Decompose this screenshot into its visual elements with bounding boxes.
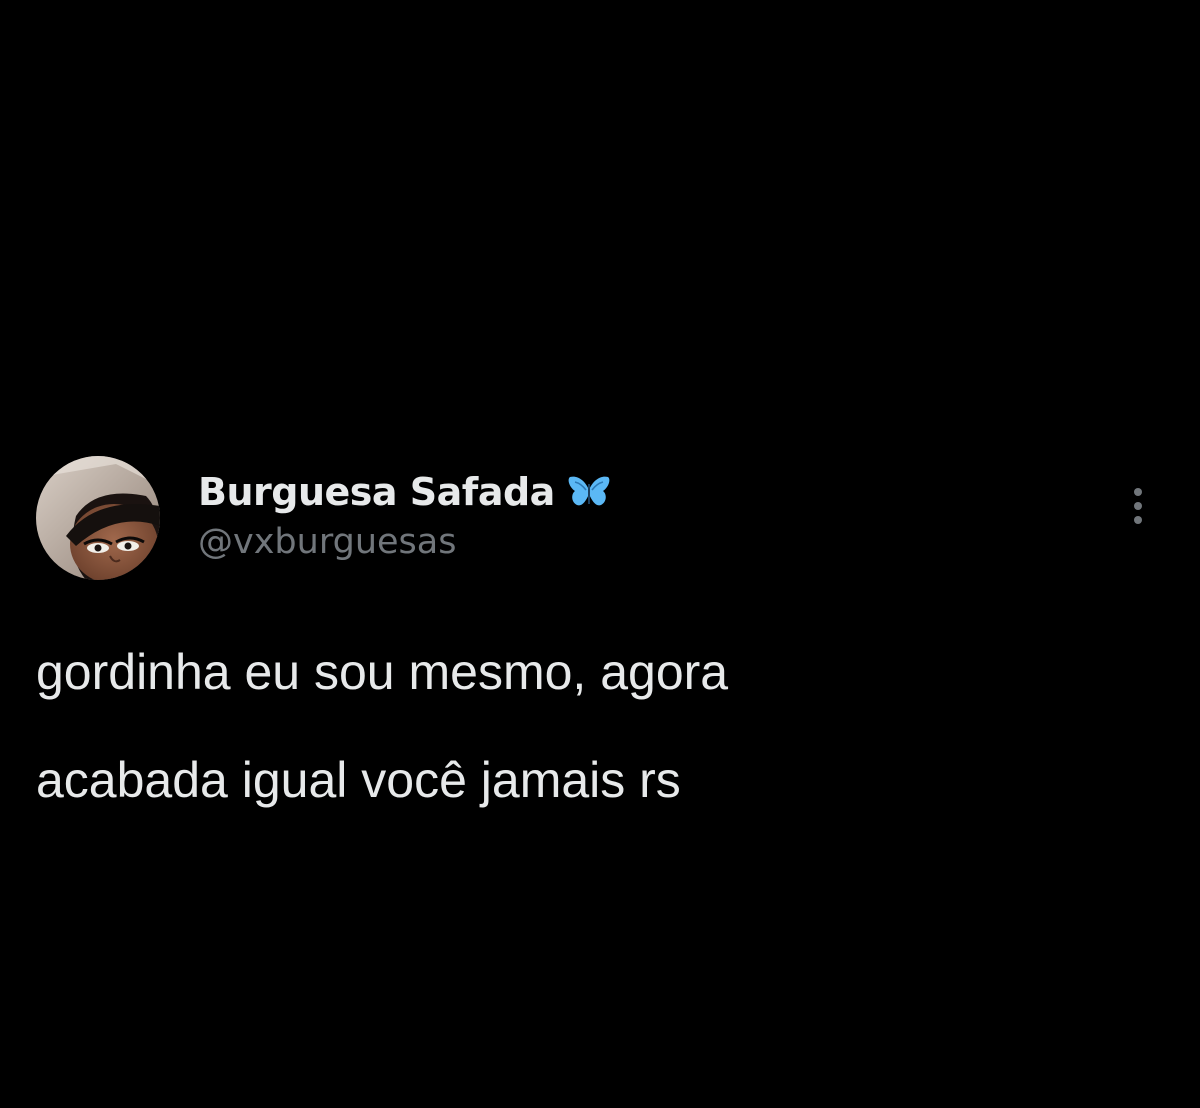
author-handle[interactable]: @vxburguesas [198,522,611,562]
author-name-row: Burguesa Safada [198,468,611,516]
avatar[interactable] [36,456,160,580]
tweet-author[interactable]: Burguesa Safada @vxburguesas [198,468,611,562]
tweet-text-line: gordinha eu sou mesmo, agora [36,644,729,700]
tweet-text: gordinha eu sou mesmo, agora acabada igu… [36,618,1136,834]
butterfly-icon [567,474,611,510]
tweet-text-line: acabada igual você jamais rs [36,752,681,808]
tweet-screenshot: Burguesa Safada @vxburguesas gordinha eu… [0,0,1200,1108]
display-name[interactable]: Burguesa Safada [198,470,555,514]
more-vertical-icon[interactable] [1126,482,1150,530]
